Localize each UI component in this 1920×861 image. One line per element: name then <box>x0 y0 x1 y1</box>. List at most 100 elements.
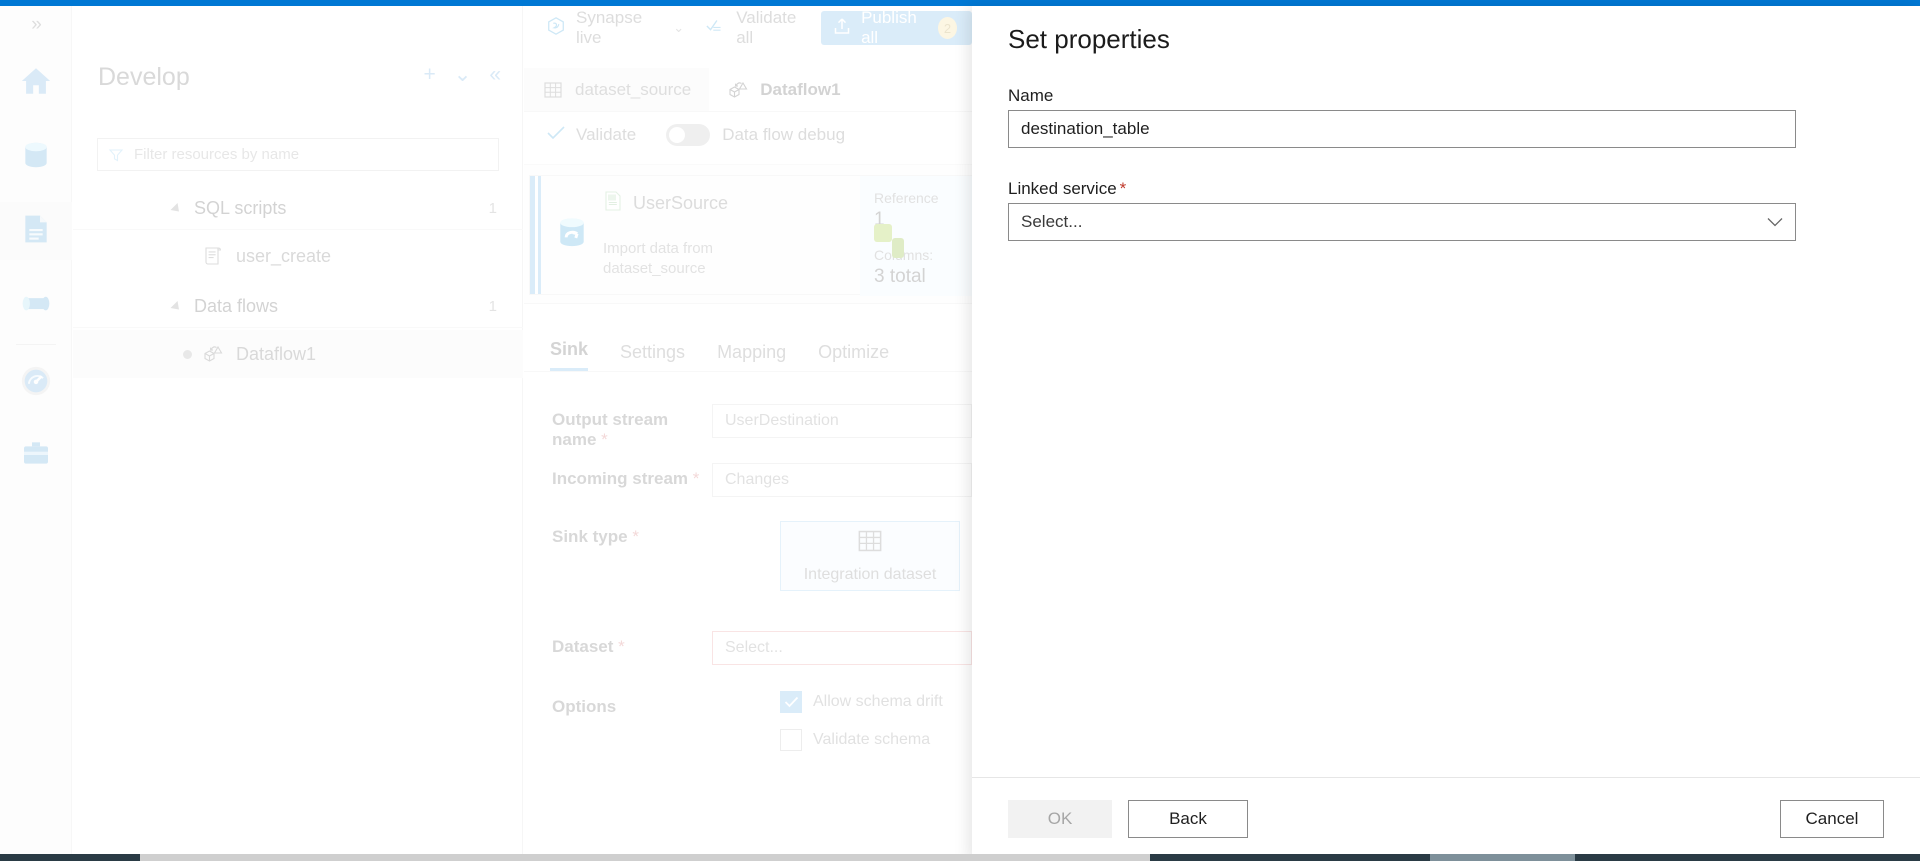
tab-optimize[interactable]: Optimize <box>818 342 889 371</box>
checkbox-validate-schema[interactable]: Validate schema <box>780 729 972 751</box>
rail-item-home[interactable] <box>0 54 72 112</box>
gauge-icon <box>19 364 53 403</box>
dataflow-node-usersource[interactable]: UserSource Import data from dataset_sourc… <box>529 175 972 296</box>
data-flow-debug-toggle[interactable] <box>666 124 711 146</box>
modal-title: Set properties <box>1008 24 1170 54</box>
chevron-double-right-icon[interactable]: » <box>0 14 72 36</box>
background-app-region: » Develop + ⌄ « Filter resources by name… <box>0 0 972 861</box>
modal-footer: OK Back Cancel <box>972 777 1920 861</box>
tab-label: Dataflow1 <box>760 79 841 99</box>
label-text: Options <box>552 697 617 716</box>
workspace-mode-selector[interactable]: Synapse live ⌄ <box>546 8 684 48</box>
search-input[interactable] <box>132 145 498 164</box>
csv-file-icon <box>603 190 623 217</box>
checkbox-allow-schema-drift[interactable]: Allow schema drift <box>780 691 972 713</box>
plus-icon[interactable]: + <box>423 64 435 86</box>
tree-group-sql-scripts[interactable]: SQL scripts 1 <box>73 188 523 230</box>
required-marker: * <box>1119 179 1127 198</box>
publish-upload-icon <box>833 16 851 41</box>
editor-tab-strip: dataset_source Dataflow1 <box>524 68 972 112</box>
source-database-icon <box>553 214 591 257</box>
node-title: UserSource <box>633 193 729 213</box>
name-field-label: Name <box>1008 86 1054 105</box>
rail-item-monitor[interactable] <box>0 354 72 412</box>
label-text: Output stream name <box>552 410 669 449</box>
pipeline-icon <box>19 286 53 325</box>
set-properties-panel: Set properties Name Linked service* Sele… <box>972 6 1920 861</box>
dataflow-canvas[interactable]: UserSource Import data from dataset_sourc… <box>524 164 972 304</box>
back-button[interactable]: Back <box>1128 800 1248 838</box>
field-label: Options <box>524 691 780 717</box>
data-flow-debug-label: Data flow debug <box>722 125 846 144</box>
branch-icon[interactable] <box>892 238 904 258</box>
linked-service-dropdown[interactable]: Select... <box>1008 203 1796 241</box>
editor-region: Synapse live ⌄ Validate all Publish all … <box>524 6 972 861</box>
required-marker: * <box>618 637 625 656</box>
tab-sink[interactable]: Sink <box>550 339 589 371</box>
home-icon <box>19 64 53 103</box>
top-command-bar: Synapse live ⌄ Validate all Publish all … <box>524 6 972 50</box>
synapse-logo-icon <box>546 16 566 41</box>
os-taskbar <box>0 854 1920 861</box>
rail-item-manage[interactable] <box>0 426 72 484</box>
checkbox-label: Allow schema drift <box>813 693 943 710</box>
required-marker: * <box>601 430 608 449</box>
synapse-studio-window: » Develop + ⌄ « Filter resources by name… <box>0 0 1920 861</box>
name-input[interactable] <box>1008 110 1796 148</box>
taskbar-segment <box>140 854 1150 861</box>
chevron-expanded-icon <box>170 202 183 215</box>
tree-group-count: 1 <box>488 298 497 315</box>
sink-type-integration-dataset-card[interactable]: Integration dataset <box>780 521 960 591</box>
required-marker: * <box>692 469 700 488</box>
rail-item-data[interactable] <box>0 128 72 186</box>
publish-all-label: Publish all <box>861 8 917 47</box>
browser-accent-strip-left <box>0 0 972 6</box>
validate-all-button[interactable]: Validate all <box>706 8 807 48</box>
checkbox-box <box>780 691 802 713</box>
output-stream-name-input[interactable]: UserDestination <box>712 404 972 438</box>
chevron-double-down-icon[interactable]: ⌄ <box>454 64 472 86</box>
tree-group-label: SQL scripts <box>194 198 287 218</box>
ok-button[interactable]: OK <box>1008 800 1112 838</box>
field-sink-type: Sink type * Integration dataset <box>524 521 972 591</box>
tree-item-label: user_create <box>236 245 332 266</box>
sink-type-label: Integration dataset <box>803 565 937 583</box>
rail-item-integrate[interactable] <box>0 276 72 334</box>
briefcase-icon <box>20 437 52 474</box>
tab-label: dataset_source <box>575 79 692 99</box>
tree-item-dataflow1[interactable]: Dataflow1 <box>73 330 523 378</box>
validate-label: Validate <box>576 125 637 144</box>
database-icon <box>20 139 52 176</box>
table-icon <box>542 79 564 101</box>
workspace-mode-label: Synapse live <box>576 8 643 47</box>
rail-item-develop[interactable] <box>0 202 72 260</box>
incoming-stream-select[interactable]: Changes <box>712 463 972 497</box>
tree-group-label: Data flows <box>194 296 279 316</box>
tree-group-data-flows[interactable]: Data flows 1 <box>73 286 523 328</box>
add-transformation-icon[interactable] <box>874 224 892 242</box>
tab-mapping[interactable]: Mapping <box>717 342 786 371</box>
toggle-knob <box>669 127 686 143</box>
chevron-down-icon[interactable]: ⌄ <box>673 20 684 36</box>
tab-dataset-source[interactable]: dataset_source <box>524 68 710 111</box>
taskbar-segment-2 <box>1430 854 1575 861</box>
tab-settings[interactable]: Settings <box>620 342 685 371</box>
tree-item-user-create[interactable]: user_create <box>73 232 523 280</box>
publish-count-badge: 2 <box>938 17 957 39</box>
sql-script-icon <box>202 245 224 267</box>
stat-key-reference: Reference <box>874 190 939 206</box>
checkbox-label: Validate schema <box>813 731 931 748</box>
filter-resources-field[interactable] <box>97 138 499 171</box>
chevron-double-left-icon[interactable]: « <box>489 64 501 86</box>
tree-group-count: 1 <box>488 200 497 217</box>
field-label: Dataset * <box>524 631 712 657</box>
tab-dataflow1[interactable]: Dataflow1 <box>709 68 859 111</box>
dataflow-icon <box>202 343 224 365</box>
table-icon <box>857 529 883 558</box>
validate-button[interactable]: Validate <box>546 125 636 146</box>
required-marker: * <box>632 527 639 546</box>
publish-all-button[interactable]: Publish all 2 <box>821 8 972 47</box>
dataset-select[interactable]: Select... <box>712 631 972 665</box>
stat-value-columns: 3 total <box>874 266 926 287</box>
cancel-button[interactable]: Cancel <box>1780 800 1884 838</box>
